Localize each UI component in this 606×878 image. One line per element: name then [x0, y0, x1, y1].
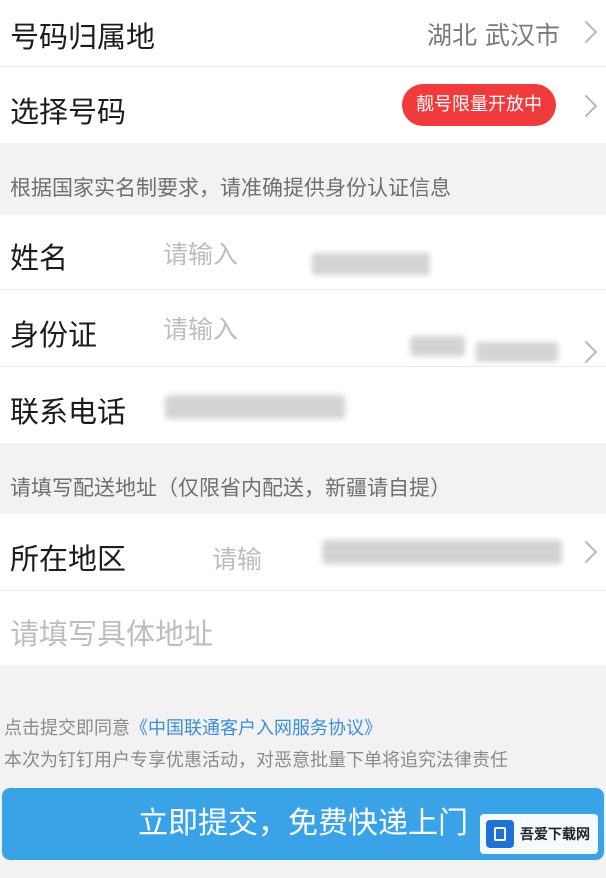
redacted-value — [322, 540, 562, 564]
agreement-prefix: 点击提交即同意 — [4, 718, 130, 739]
redacted-value — [476, 342, 558, 362]
id-input[interactable]: 请输入 — [163, 310, 238, 346]
promo-badge: 靓号限量开放中 — [402, 84, 556, 126]
region-row[interactable]: 所在地区 请输 — [0, 514, 606, 590]
download-site-icon — [486, 820, 514, 848]
phone-label: 联系电话 — [10, 395, 127, 429]
name-row[interactable]: 姓名 请输入 — [0, 215, 606, 289]
number-location-value: 湖北 武汉市 — [427, 21, 560, 50]
watermark-logo: 吾爱下载网 — [480, 814, 598, 854]
chevron-right-icon — [574, 94, 598, 118]
region-input[interactable]: 请输 — [212, 540, 262, 576]
name-label: 姓名 — [10, 241, 69, 275]
address-notice: 请填写配送地址（仅限省内配送，新疆请自提） — [10, 476, 451, 500]
promotion-notice: 本次为钉钉用户专享优惠活动，对恶意批量下单将追究法律责任 — [4, 750, 508, 771]
watermark-text: 吾爱下载网 — [520, 827, 590, 843]
address-detail-row[interactable]: 请填写具体地址 — [0, 591, 606, 665]
address-detail-input[interactable]: 请填写具体地址 — [10, 611, 213, 653]
redacted-value — [410, 336, 465, 356]
agreement-line: 点击提交即同意《中国联通客户入网服务协议》 — [4, 714, 382, 740]
number-location-label: 号码归属地 — [10, 20, 156, 54]
id-notice: 根据国家实名制要求，请准确提供身份认证信息 — [10, 176, 451, 200]
chevron-right-icon — [574, 20, 598, 44]
name-input[interactable]: 请输入 — [163, 235, 238, 271]
choose-number-label: 选择号码 — [10, 95, 127, 129]
agreement-link[interactable]: 《中国联通客户入网服务协议》 — [130, 718, 382, 739]
chevron-right-icon — [574, 340, 598, 364]
phone-row[interactable]: 联系电话 — [0, 367, 606, 443]
redacted-value — [312, 253, 430, 275]
choose-number-row[interactable]: 选择号码 靓号限量开放中 — [0, 67, 606, 143]
redacted-phone[interactable] — [165, 395, 345, 419]
number-location-row[interactable]: 号码归属地 湖北 武汉市 — [0, 0, 606, 66]
id-row[interactable]: 身份证 请输入 — [0, 290, 606, 366]
region-label: 所在地区 — [10, 542, 127, 576]
id-label: 身份证 — [10, 318, 98, 352]
chevron-right-icon — [574, 540, 598, 564]
